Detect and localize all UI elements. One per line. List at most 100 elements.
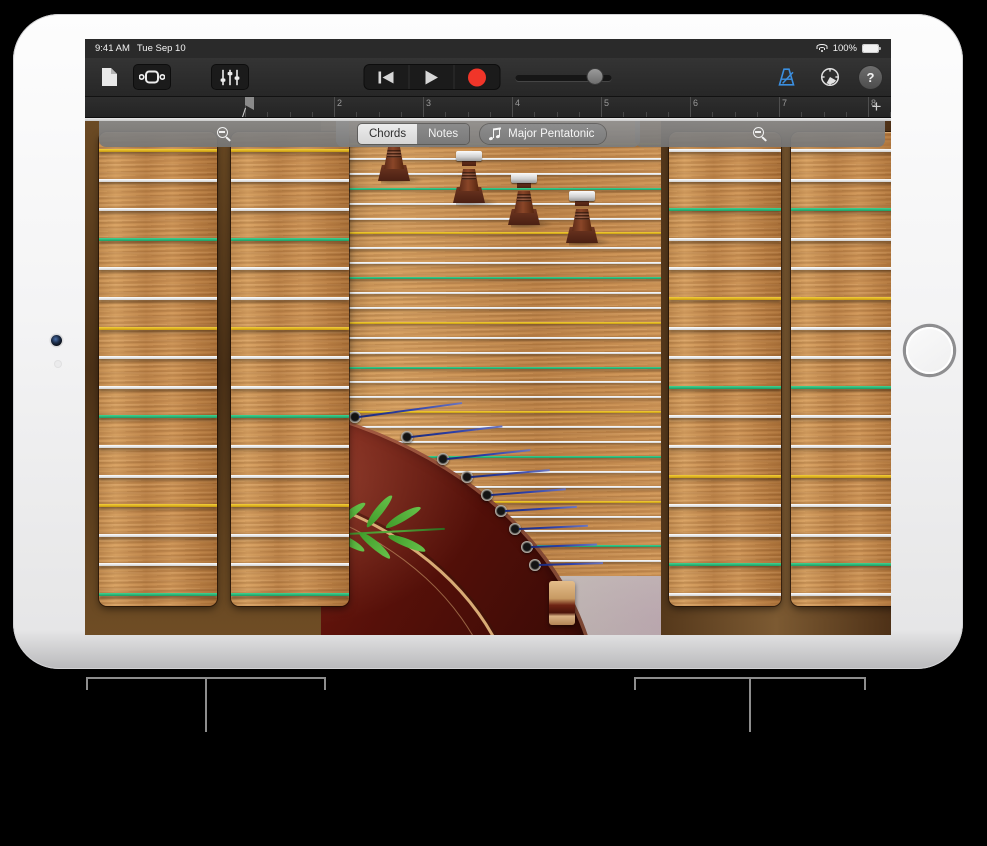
- playable-string[interactable]: [99, 415, 217, 419]
- playable-string[interactable]: [669, 237, 781, 241]
- string-panel-left-1[interactable]: [99, 132, 217, 606]
- playable-string[interactable]: [99, 297, 217, 300]
- playable-string[interactable]: [99, 267, 217, 271]
- playable-string[interactable]: [231, 326, 349, 330]
- guzheng-instrument: Chords Notes Major Pentatonic: [85, 121, 891, 635]
- ruler-tick: [445, 112, 447, 117]
- playable-string[interactable]: [99, 178, 217, 182]
- playable-string[interactable]: [231, 445, 349, 448]
- record-button[interactable]: [455, 65, 500, 89]
- string-panel-right-2[interactable]: [791, 132, 891, 606]
- playable-string[interactable]: [231, 178, 349, 182]
- playable-string[interactable]: [99, 593, 217, 596]
- string-thread: [504, 505, 577, 512]
- playable-string[interactable]: [791, 149, 891, 152]
- app-screen: 9:41 AM Tue Sep 10 100% ? 1 2 3 4 5 6 7 …: [85, 39, 891, 635]
- playable-string[interactable]: [791, 297, 891, 300]
- playable-string[interactable]: [791, 385, 891, 389]
- status-date: Tue Sep 10: [136, 43, 186, 54]
- ruler-tick: [289, 112, 291, 117]
- string-panel-left-2[interactable]: [231, 132, 349, 606]
- playable-string[interactable]: [669, 474, 781, 478]
- playable-string[interactable]: [791, 563, 891, 567]
- rewind-icon: [378, 71, 394, 83]
- main-toolbar: ?: [85, 58, 891, 97]
- playable-string[interactable]: [669, 267, 781, 271]
- playable-string[interactable]: [791, 474, 891, 478]
- play-button[interactable]: [410, 65, 455, 89]
- volume-knob[interactable]: [587, 69, 603, 84]
- playable-string[interactable]: [231, 504, 349, 508]
- playable-string[interactable]: [99, 326, 217, 330]
- playable-string[interactable]: [791, 208, 891, 212]
- playable-string[interactable]: [791, 445, 891, 448]
- playable-string[interactable]: [791, 237, 891, 241]
- playable-string[interactable]: [791, 415, 891, 419]
- playable-string[interactable]: [99, 533, 217, 537]
- playable-string[interactable]: [669, 208, 781, 212]
- playable-string[interactable]: [99, 474, 217, 478]
- playable-string[interactable]: [99, 385, 217, 389]
- zoom-out-icon: [752, 126, 768, 142]
- playable-string[interactable]: [669, 178, 781, 182]
- playable-string[interactable]: [791, 504, 891, 508]
- playable-string[interactable]: [791, 326, 891, 330]
- playable-string[interactable]: [231, 149, 349, 152]
- movable-bridge: [507, 173, 553, 229]
- playable-string[interactable]: [669, 415, 781, 419]
- playable-string[interactable]: [669, 504, 781, 508]
- playable-string[interactable]: [669, 356, 781, 360]
- my-songs-button[interactable]: [94, 65, 124, 89]
- playable-string[interactable]: [231, 297, 349, 300]
- playable-string[interactable]: [669, 563, 781, 567]
- timeline-ruler[interactable]: 1 2 3 4 5 6 7 8 +: [85, 97, 891, 118]
- playable-string[interactable]: [231, 593, 349, 596]
- playable-string[interactable]: [669, 533, 781, 537]
- track-controls-button[interactable]: [212, 65, 248, 89]
- ruler-tick: [734, 112, 736, 117]
- string-thread: [518, 524, 588, 530]
- playable-string[interactable]: [231, 385, 349, 389]
- playable-string[interactable]: [231, 474, 349, 478]
- song-sections-button[interactable]: [134, 65, 170, 89]
- add-track-button[interactable]: +: [868, 98, 885, 116]
- help-button[interactable]: ?: [859, 65, 882, 89]
- playable-string[interactable]: [231, 208, 349, 212]
- playable-string[interactable]: [791, 533, 891, 537]
- playable-string[interactable]: [99, 208, 217, 212]
- playable-string[interactable]: [99, 237, 217, 241]
- playable-string[interactable]: [669, 593, 781, 596]
- playable-string[interactable]: [99, 504, 217, 508]
- playable-string[interactable]: [669, 149, 781, 152]
- playable-string[interactable]: [669, 297, 781, 300]
- playable-string[interactable]: [231, 237, 349, 241]
- playable-string[interactable]: [669, 326, 781, 330]
- playable-string[interactable]: [231, 356, 349, 360]
- playable-string[interactable]: [669, 385, 781, 389]
- string-panel-right-1[interactable]: [669, 132, 781, 606]
- playable-string[interactable]: [99, 356, 217, 360]
- playable-string[interactable]: [791, 178, 891, 182]
- right-zoom-out-button[interactable]: [635, 121, 885, 147]
- playable-string[interactable]: [791, 593, 891, 596]
- ruler-tick: [756, 112, 758, 117]
- playable-string[interactable]: [231, 533, 349, 537]
- playable-string[interactable]: [99, 445, 217, 448]
- tab-chords[interactable]: Chords: [358, 124, 418, 144]
- scale-button[interactable]: Major Pentatonic: [480, 124, 607, 144]
- playable-string[interactable]: [669, 445, 781, 448]
- playable-string[interactable]: [231, 415, 349, 419]
- rewind-button[interactable]: [365, 65, 410, 89]
- settings-button[interactable]: [815, 65, 845, 89]
- master-volume-slider[interactable]: [515, 69, 612, 84]
- left-zoom-out-button[interactable]: [99, 121, 349, 147]
- tab-notes[interactable]: Notes: [417, 124, 470, 144]
- playable-string[interactable]: [791, 356, 891, 360]
- playable-string[interactable]: [99, 149, 217, 152]
- playable-string[interactable]: [791, 267, 891, 271]
- playable-string[interactable]: [231, 267, 349, 271]
- playable-string[interactable]: [99, 563, 217, 567]
- home-button[interactable]: [906, 327, 953, 374]
- metronome-button[interactable]: [771, 65, 801, 89]
- playable-string[interactable]: [231, 563, 349, 567]
